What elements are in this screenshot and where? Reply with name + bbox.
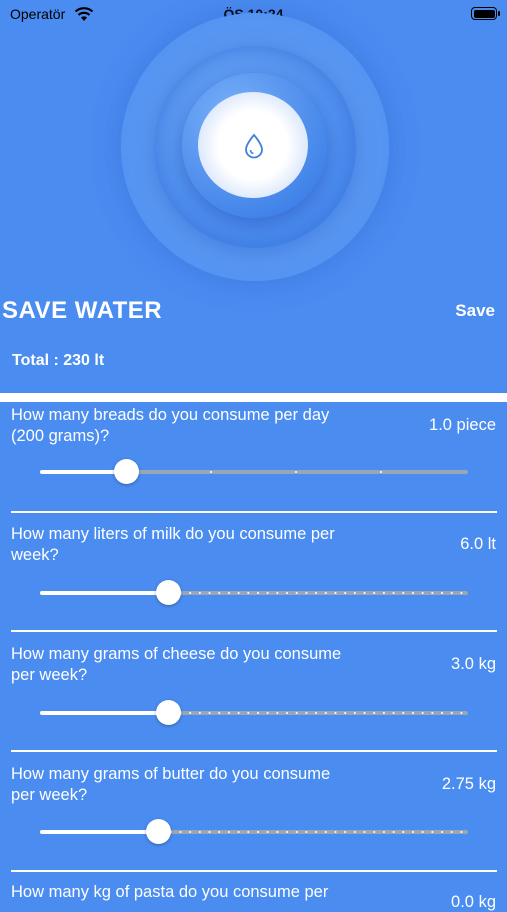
row-divider bbox=[11, 630, 497, 632]
slider-fill bbox=[40, 830, 158, 834]
question-text: How many liters of milk do you consume p… bbox=[11, 525, 335, 564]
save-button[interactable]: Save bbox=[455, 301, 495, 321]
row-divider bbox=[11, 750, 497, 752]
total-label: Total : 230 lt bbox=[12, 352, 105, 369]
question-value: 2.75 kg bbox=[441, 775, 496, 793]
consumption-slider[interactable] bbox=[40, 459, 468, 484]
slider-thumb[interactable] bbox=[156, 700, 182, 725]
question-value: 0.0 kg bbox=[451, 893, 496, 911]
question-text: How many grams of cheese do you consume p… bbox=[11, 645, 342, 684]
slider-thumb[interactable] bbox=[113, 459, 139, 484]
question-value: 6.0 lt bbox=[460, 535, 496, 553]
question-text: How many breads do you consume per day (2… bbox=[11, 406, 330, 445]
divider bbox=[0, 393, 507, 402]
slider-fill bbox=[40, 711, 169, 715]
slider-fill bbox=[40, 591, 169, 595]
question-value: 3.0 kg bbox=[451, 655, 496, 673]
consumption-slider[interactable] bbox=[40, 700, 468, 725]
page-title: SAVE WATER bbox=[2, 297, 163, 324]
question-text: How many grams of butter do you consume p… bbox=[11, 765, 331, 804]
consumption-slider[interactable] bbox=[40, 580, 468, 605]
consumption-slider[interactable] bbox=[40, 819, 468, 844]
water-drop-icon bbox=[245, 133, 263, 159]
battery-icon bbox=[471, 7, 500, 20]
row-divider bbox=[11, 870, 497, 872]
slider-tick bbox=[295, 471, 297, 473]
slider-thumb[interactable] bbox=[145, 819, 171, 844]
question-value: 1.0 piece bbox=[429, 416, 496, 434]
slider-fill bbox=[40, 470, 126, 474]
slider-tick bbox=[380, 471, 382, 473]
slider-thumb[interactable] bbox=[156, 580, 182, 605]
row-divider bbox=[11, 511, 497, 513]
slider-tick bbox=[210, 471, 212, 473]
